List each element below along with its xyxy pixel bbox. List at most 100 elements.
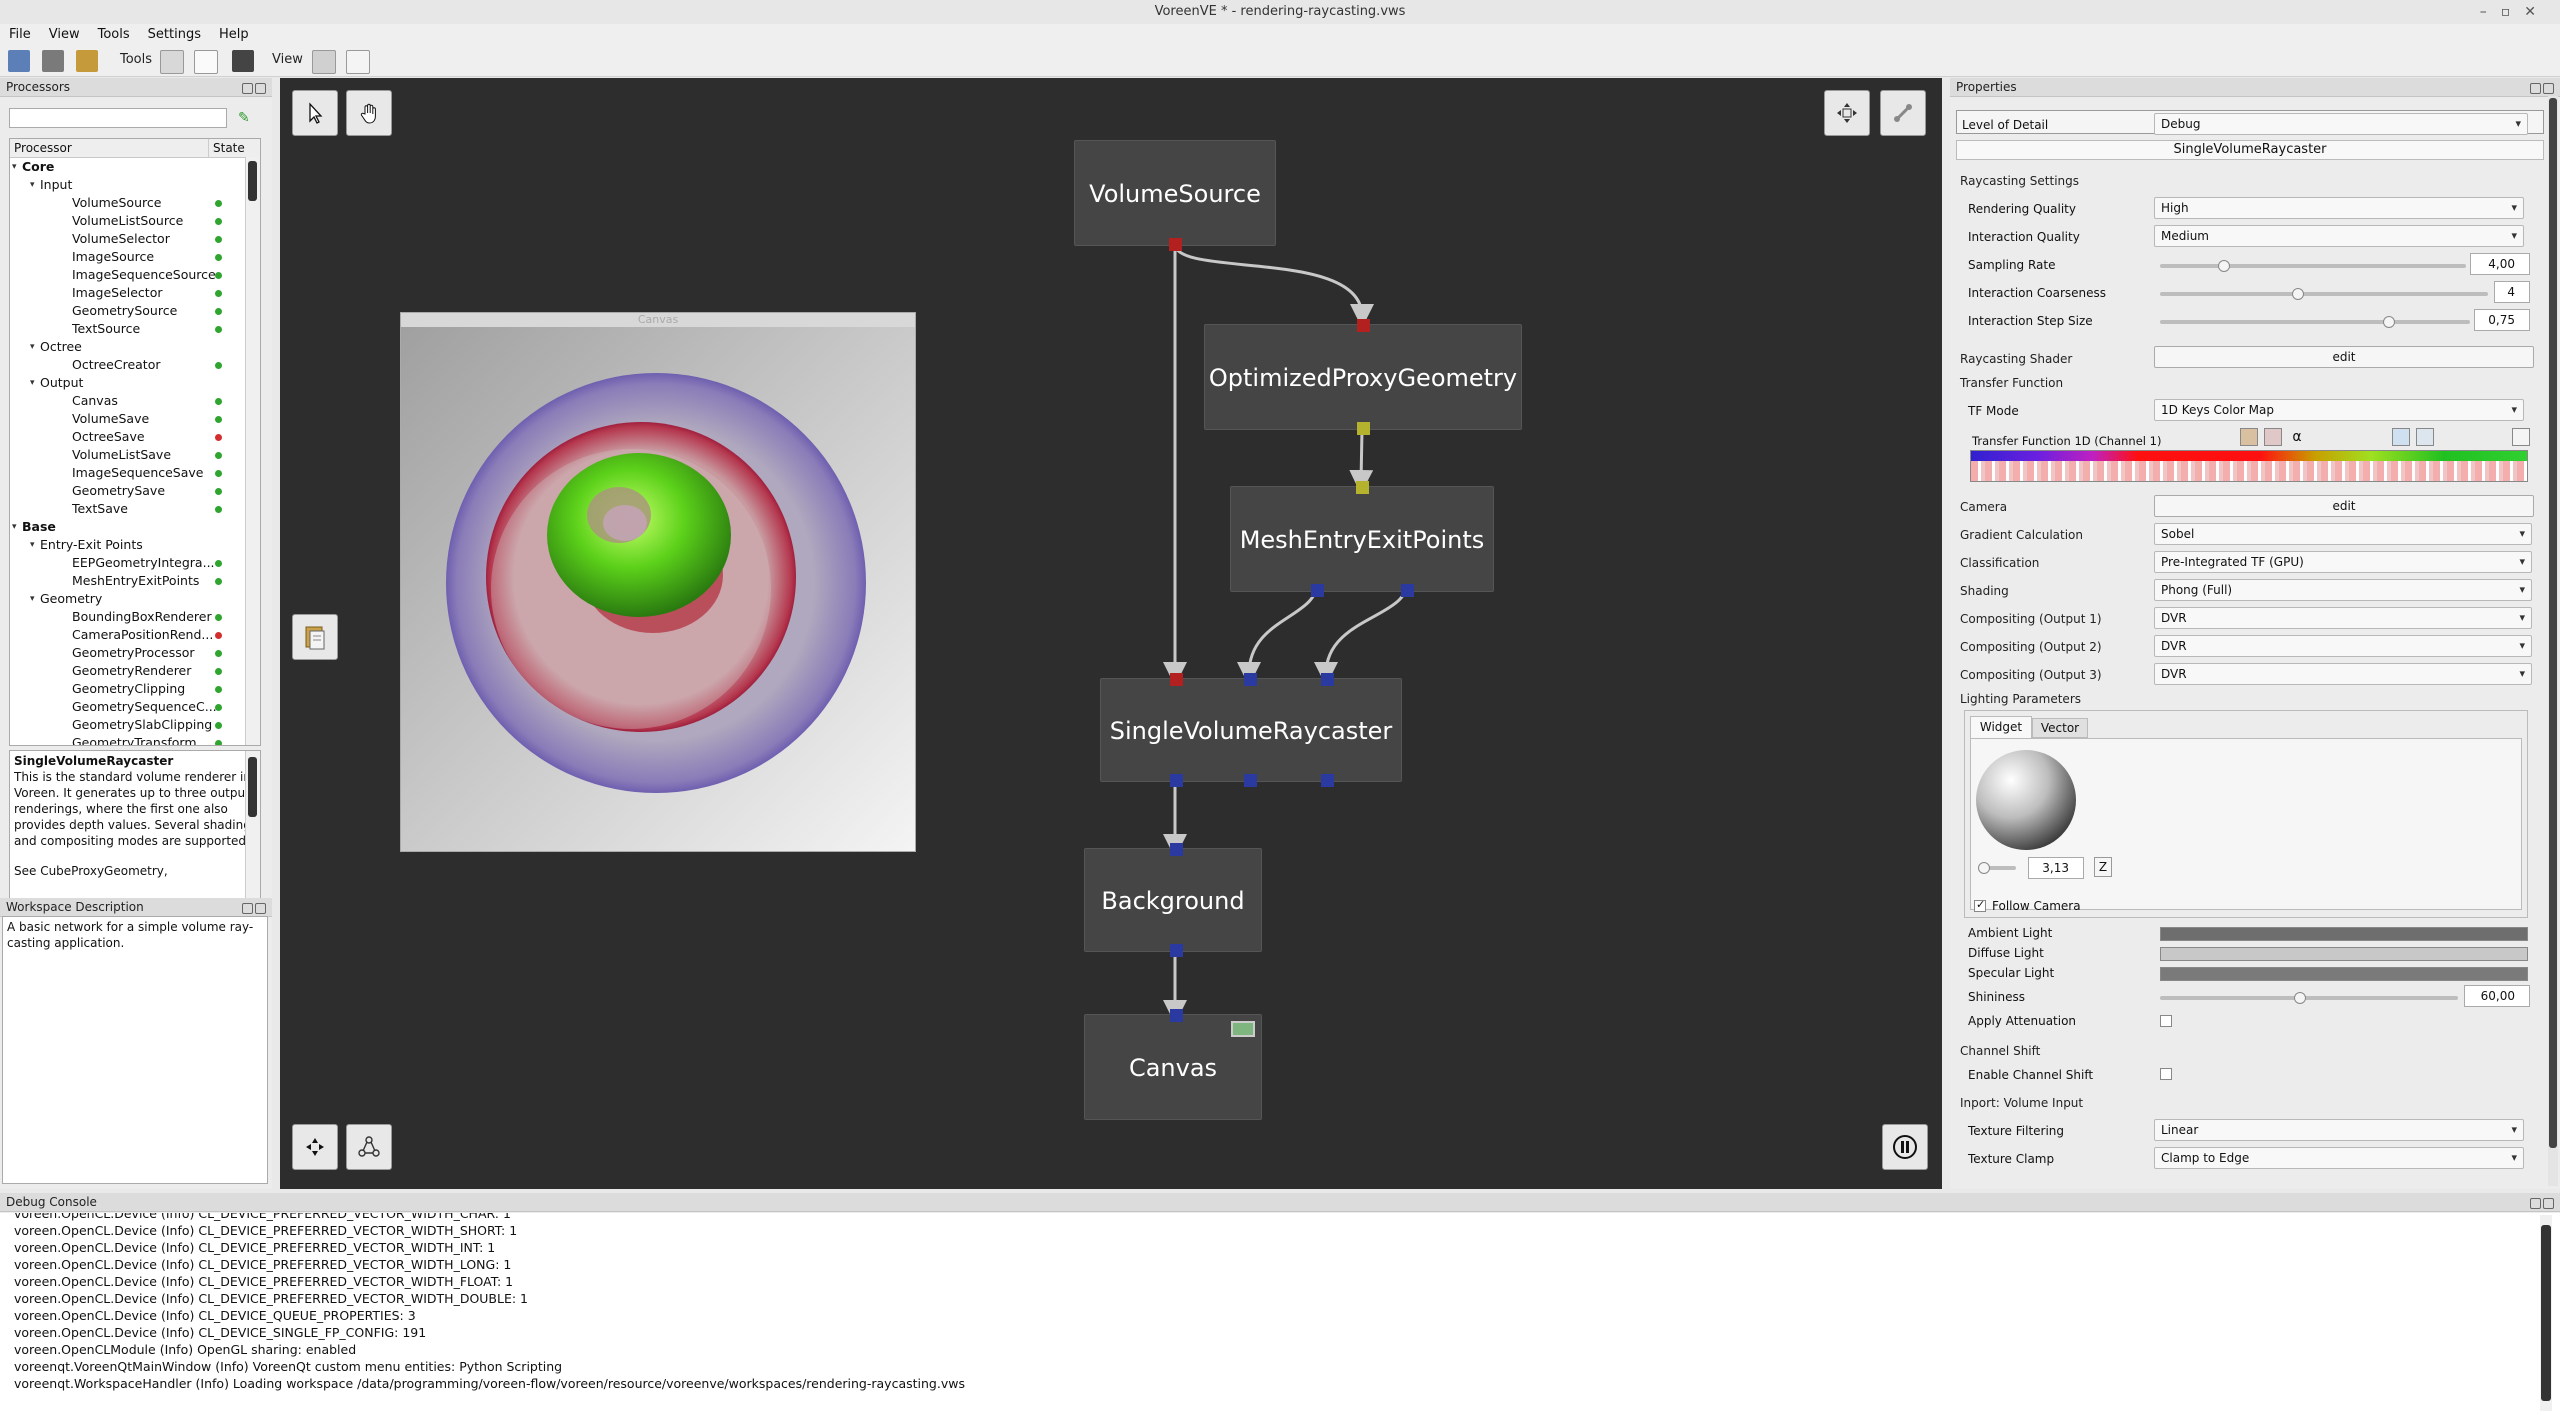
light-z-spin[interactable]: 3,13: [2028, 857, 2084, 879]
port-entry-in[interactable]: [1244, 673, 1257, 686]
dock-buttons[interactable]: [240, 81, 268, 94]
menu-tools[interactable]: Tools: [89, 24, 139, 46]
col-state[interactable]: State: [208, 139, 245, 157]
canvas-preview-icon[interactable]: [1231, 1021, 1255, 1037]
tf-alpha-icon[interactable]: α: [2288, 428, 2306, 446]
shading-combo[interactable]: Phong (Full): [2154, 579, 2532, 601]
processor-search-input[interactable]: [9, 108, 227, 128]
tree-item[interactable]: ImageSequenceSave: [10, 464, 260, 482]
node-background[interactable]: Background: [1084, 843, 1262, 957]
port-image-out-3[interactable]: [1321, 774, 1334, 787]
port-image-in[interactable]: [1170, 1009, 1183, 1022]
expand-arrow-icon[interactable]: ▾: [30, 590, 35, 608]
menu-file[interactable]: File: [0, 24, 40, 46]
tree-item[interactable]: TextSave: [10, 500, 260, 518]
port-volume-in[interactable]: [1170, 673, 1183, 686]
diffuse-light-color[interactable]: [2160, 947, 2528, 961]
sampling-rate-slider[interactable]: [2160, 264, 2466, 268]
network-mode-icon[interactable]: [160, 50, 184, 74]
tree-item[interactable]: OctreeSave: [10, 428, 260, 446]
compositing-2-combo[interactable]: DVR: [2154, 635, 2532, 657]
node-optimizedproxygeometry[interactable]: OptimizedProxyGeometry: [1204, 319, 1522, 435]
filter-icon[interactable]: ✎: [238, 110, 254, 126]
interaction-coarseness-knob[interactable]: [2291, 288, 2304, 300]
network-editor[interactable]: VolumeSource OptimizedProxyGeometry Mesh…: [280, 78, 1942, 1189]
tree-item[interactable]: ▾ Input: [10, 176, 260, 194]
port-image-out[interactable]: [1170, 944, 1183, 957]
shininess-knob[interactable]: [2294, 992, 2307, 1004]
follow-camera-checkbox[interactable]: ✓: [1974, 898, 1986, 912]
tree-item[interactable]: GeometryTransform...: [10, 734, 260, 745]
tree-item[interactable]: GeometryRenderer: [10, 662, 260, 680]
expand-arrow-icon[interactable]: ▾: [12, 518, 17, 536]
tree-item[interactable]: GeometryProcessor: [10, 644, 260, 662]
expand-arrow-icon[interactable]: ▾: [30, 338, 35, 356]
port-exit-in[interactable]: [1321, 673, 1334, 686]
camera-edit-button[interactable]: edit: [2154, 495, 2534, 517]
tree-item[interactable]: GeometrySource: [10, 302, 260, 320]
texture-filtering-combo[interactable]: Linear: [2154, 1119, 2524, 1141]
console-log[interactable]: voreen.OpenCL.Device (Info) CL_DEVICE_PR…: [0, 1213, 2560, 1415]
tree-item[interactable]: ▾ Entry-Exit Points: [10, 536, 260, 554]
menu-settings[interactable]: Settings: [139, 24, 210, 46]
compositing-1-combo[interactable]: DVR: [2154, 607, 2532, 629]
transfer-function-editor[interactable]: [1970, 450, 2528, 482]
specular-light-color[interactable]: [2160, 967, 2528, 981]
canvas-window[interactable]: Canvas: [400, 312, 916, 852]
port-geometry-out[interactable]: [1357, 422, 1370, 435]
menu-view[interactable]: View: [40, 24, 89, 46]
port-image-out-1[interactable]: [1170, 774, 1183, 787]
window-controls[interactable]: –▫✕: [2480, 0, 2550, 24]
tree-item[interactable]: VolumeSelector: [10, 230, 260, 248]
tree-item[interactable]: GeometryClipping: [10, 680, 260, 698]
light-sphere[interactable]: [1974, 748, 2078, 852]
processor-tree[interactable]: Processor State ▾ Core ▾ Input VolumeSource V…: [9, 138, 261, 746]
node-canvas[interactable]: Canvas: [1084, 1009, 1262, 1120]
tree-item[interactable]: CameraPositionRend...: [10, 626, 260, 644]
shininess-spin[interactable]: 60,00: [2464, 985, 2530, 1007]
tree-item[interactable]: Canvas: [10, 392, 260, 410]
dock-buttons[interactable]: [2528, 1196, 2556, 1209]
zoom-out-icon[interactable]: [2416, 428, 2434, 446]
sampling-rate-spin[interactable]: 4,00: [2470, 253, 2530, 275]
raycasting-shader-edit-button[interactable]: edit: [2154, 346, 2534, 368]
channel-shift-checkbox[interactable]: [2160, 1068, 2172, 1080]
snapshot-icon[interactable]: [232, 50, 254, 72]
node-singlevolumeraycaster[interactable]: SingleVolumeRaycaster: [1100, 673, 1402, 787]
menu-help[interactable]: Help: [210, 24, 258, 46]
tree-item[interactable]: VolumeListSource: [10, 212, 260, 230]
node-meshentryexitpoints[interactable]: MeshEntryExitPoints: [1230, 481, 1494, 597]
console-scrollbar[interactable]: [2540, 1215, 2552, 1411]
tree-item[interactable]: VolumeSave: [10, 410, 260, 428]
expand-arrow-icon[interactable]: ▾: [30, 374, 35, 392]
new-workspace-icon[interactable]: [8, 50, 30, 72]
shininess-slider[interactable]: [2160, 996, 2458, 1000]
port-image-out-2[interactable]: [1244, 774, 1257, 787]
classification-combo[interactable]: Pre-Integrated TF (GPU): [2154, 551, 2532, 573]
tree-item[interactable]: ▾ Core: [10, 158, 260, 176]
tree-item[interactable]: ImageSelector: [10, 284, 260, 302]
attenuation-checkbox[interactable]: [2160, 1015, 2172, 1027]
tf-mode-combo[interactable]: 1D Keys Color Map: [2154, 399, 2524, 421]
dock-layout-icon[interactable]: [312, 50, 336, 74]
zoom-in-icon[interactable]: [2392, 428, 2410, 446]
tf-curve-icon[interactable]: [2512, 428, 2530, 446]
compositing-3-combo[interactable]: DVR: [2154, 663, 2532, 685]
tree-item[interactable]: ▾ Geometry: [10, 590, 260, 608]
tree-item[interactable]: VolumeSource: [10, 194, 260, 212]
port-volume-out[interactable]: [1169, 238, 1182, 251]
rendered-volume[interactable]: [401, 327, 915, 851]
interaction-coarseness-spin[interactable]: 4: [2494, 281, 2530, 303]
tree-item[interactable]: TextSource: [10, 320, 260, 338]
interaction-step-spin[interactable]: 0,75: [2474, 309, 2530, 331]
workspace-description[interactable]: A basic network for a simple volume ray-…: [2, 916, 268, 1184]
texture-clamp-combo[interactable]: Clamp to Edge: [2154, 1147, 2524, 1169]
save-icon[interactable]: [42, 50, 64, 72]
dock-buttons[interactable]: [240, 901, 268, 914]
tree-item[interactable]: EEPGeometryIntegra...: [10, 554, 260, 572]
interaction-coarseness-slider[interactable]: [2160, 292, 2488, 296]
expand-arrow-icon[interactable]: ▾: [30, 176, 35, 194]
tree-item[interactable]: GeometrySequenceC...: [10, 698, 260, 716]
tab-vector[interactable]: Vector: [2032, 718, 2088, 738]
port-entry-out[interactable]: [1311, 584, 1324, 597]
